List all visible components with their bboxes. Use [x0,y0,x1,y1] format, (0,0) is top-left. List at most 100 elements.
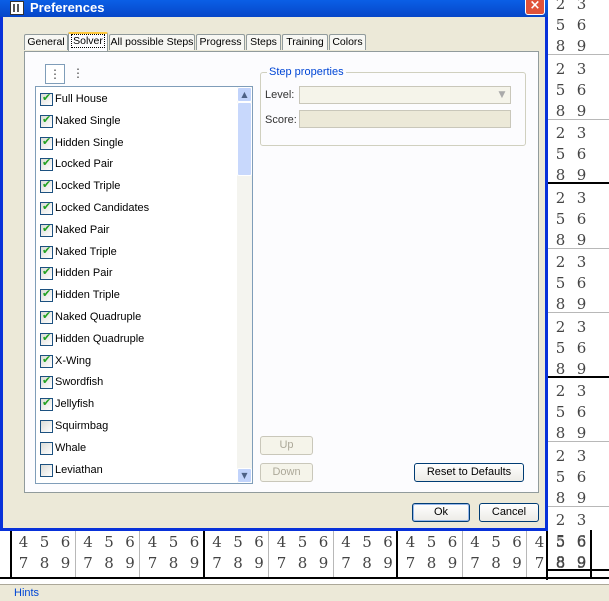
sudoku-cell[interactable]: 456 789 [527,530,592,578]
list-item[interactable]: X-Wing [40,352,230,372]
step-checkbox[interactable] [40,396,53,412]
list-item[interactable]: Whale [40,439,230,459]
list-item[interactable]: Hidden Triple [40,286,230,306]
sudoku-cell[interactable]: 456 789 [11,530,76,578]
step-checkbox[interactable] [40,287,53,303]
sudoku-cell[interactable]: 456 789 [398,530,463,578]
sudoku-cell[interactable]: 456 789 [463,530,527,578]
score-field[interactable] [299,110,511,128]
sudoku-cell[interactable]: 235689 [546,120,609,184]
candidate-digit: 6 [318,533,329,551]
sudoku-cell[interactable]: 235689 [546,185,609,249]
tab-steps[interactable]: Steps [246,34,281,50]
step-checkbox[interactable] [40,420,53,433]
sudoku-cell[interactable]: 235689 [546,443,609,507]
list-item[interactable]: Swordfish [40,373,230,393]
candidate-digit: 8 [297,554,308,572]
candidate-digit: 3 [576,188,587,207]
candidate-digit: 9 [576,554,587,572]
step-checkbox[interactable] [40,222,53,237]
candidate-digit: 8 [39,554,50,572]
tab-colors[interactable]: Colors [329,34,366,50]
list-item[interactable]: Hidden Quadruple [40,330,230,350]
step-checkbox[interactable] [40,463,53,477]
chevron-down-icon[interactable]: ▼ [495,88,509,102]
list-item[interactable]: Squirmbag [40,417,230,437]
step-checkbox[interactable] [40,156,53,172]
candidate-digit: 8 [555,424,566,442]
candidate-digit: 7 [18,554,29,572]
level-label: Level: [265,89,295,101]
step-list[interactable]: ▲ ▼ Full House Naked Single Hidden Single L… [35,86,253,484]
sudoku-cell[interactable]: 235689 [546,56,609,120]
tree-expand-icon[interactable]: ⋮ [45,64,65,84]
preferences-dialog: Preferences × General Solver All possibl… [0,0,548,531]
tree-collapse-icon[interactable]: ⋮ [68,64,88,84]
candidate-digit: 8 [104,554,114,572]
list-item[interactable]: Leviathan [40,461,230,481]
step-checkbox[interactable] [40,244,53,259]
sudoku-cell[interactable]: 456 789 [334,530,398,578]
step-checkbox[interactable] [40,309,53,324]
list-item[interactable]: Hidden Single [40,134,230,154]
step-properties-title: Step properties [267,66,346,78]
down-button[interactable]: Down [260,463,313,482]
step-checkbox[interactable] [40,135,53,150]
tab-solver[interactable]: Solver [68,32,108,52]
level-combo[interactable]: ▼ [299,86,511,104]
sudoku-cell[interactable]: 456 789 [140,530,205,578]
list-item[interactable]: Locked Pair [40,155,230,175]
scroll-up-icon[interactable]: ▲ [237,87,252,102]
sudoku-cell[interactable]: 456 789 [76,530,140,578]
candidate-digit: 6 [447,533,458,551]
step-label: Naked Single [55,114,121,127]
candidate-digit: 9 [576,359,587,378]
sudoku-cell[interactable]: 235689 [546,249,609,313]
reset-to-defaults-button[interactable]: Reset to Defaults [414,463,524,482]
tab-progress[interactable]: Progress [196,34,245,50]
candidate-digit: 7 [405,554,416,572]
step-checkbox[interactable] [40,331,53,346]
step-checkbox[interactable] [40,374,53,390]
step-checkbox[interactable] [40,353,53,368]
tab-all-possible-steps[interactable]: All possible Steps [109,34,195,50]
scroll-thumb[interactable] [237,102,252,176]
tab-training[interactable]: Training [282,34,328,50]
list-item[interactable]: Locked Triple [40,177,230,197]
sudoku-cell[interactable]: 235689 [546,378,609,442]
list-item[interactable]: Locked Candidates [40,199,230,219]
list-item[interactable]: Full House [40,90,230,110]
step-checkbox[interactable] [40,113,53,128]
ok-button[interactable]: Ok [412,503,470,522]
list-item[interactable]: Jellyfish [40,395,230,415]
candidate-digit: 8 [555,230,566,249]
step-checkbox[interactable] [40,200,53,215]
sudoku-cell[interactable]: 456 789 [269,530,334,578]
candidate-digit: 5 [555,338,566,357]
scroll-down-icon[interactable]: ▼ [237,468,252,483]
candidate-digit: 9 [447,554,458,572]
list-item[interactable]: Naked Pair [40,221,230,241]
close-button[interactable]: × [525,0,545,15]
list-item[interactable]: Naked Quadruple [40,308,230,328]
sudoku-cell[interactable]: 235689 [546,0,609,55]
step-checkbox[interactable] [40,91,53,106]
list-item[interactable]: Naked Single [40,112,230,132]
list-scrollbar[interactable]: ▲ ▼ [237,87,252,483]
tab-general[interactable]: General [24,34,68,50]
candidate-digit: 6 [254,533,264,551]
sudoku-cell[interactable]: 456 789 [205,530,269,578]
step-label: Whale [55,441,87,454]
cancel-button[interactable]: Cancel [479,503,539,522]
up-button[interactable]: Up [260,436,313,455]
step-checkbox[interactable] [40,178,53,194]
candidate-digit: 8 [555,295,566,313]
list-item[interactable]: Naked Triple [40,243,230,263]
list-item[interactable]: Hidden Pair [40,264,230,284]
step-checkbox[interactable] [40,441,53,455]
step-checkbox[interactable] [40,265,53,281]
candidate-digit: 6 [576,274,587,292]
candidate-digit: 9 [576,101,587,120]
sudoku-cell[interactable]: 235689 [546,314,609,378]
title-bar[interactable]: Preferences × [0,0,548,17]
